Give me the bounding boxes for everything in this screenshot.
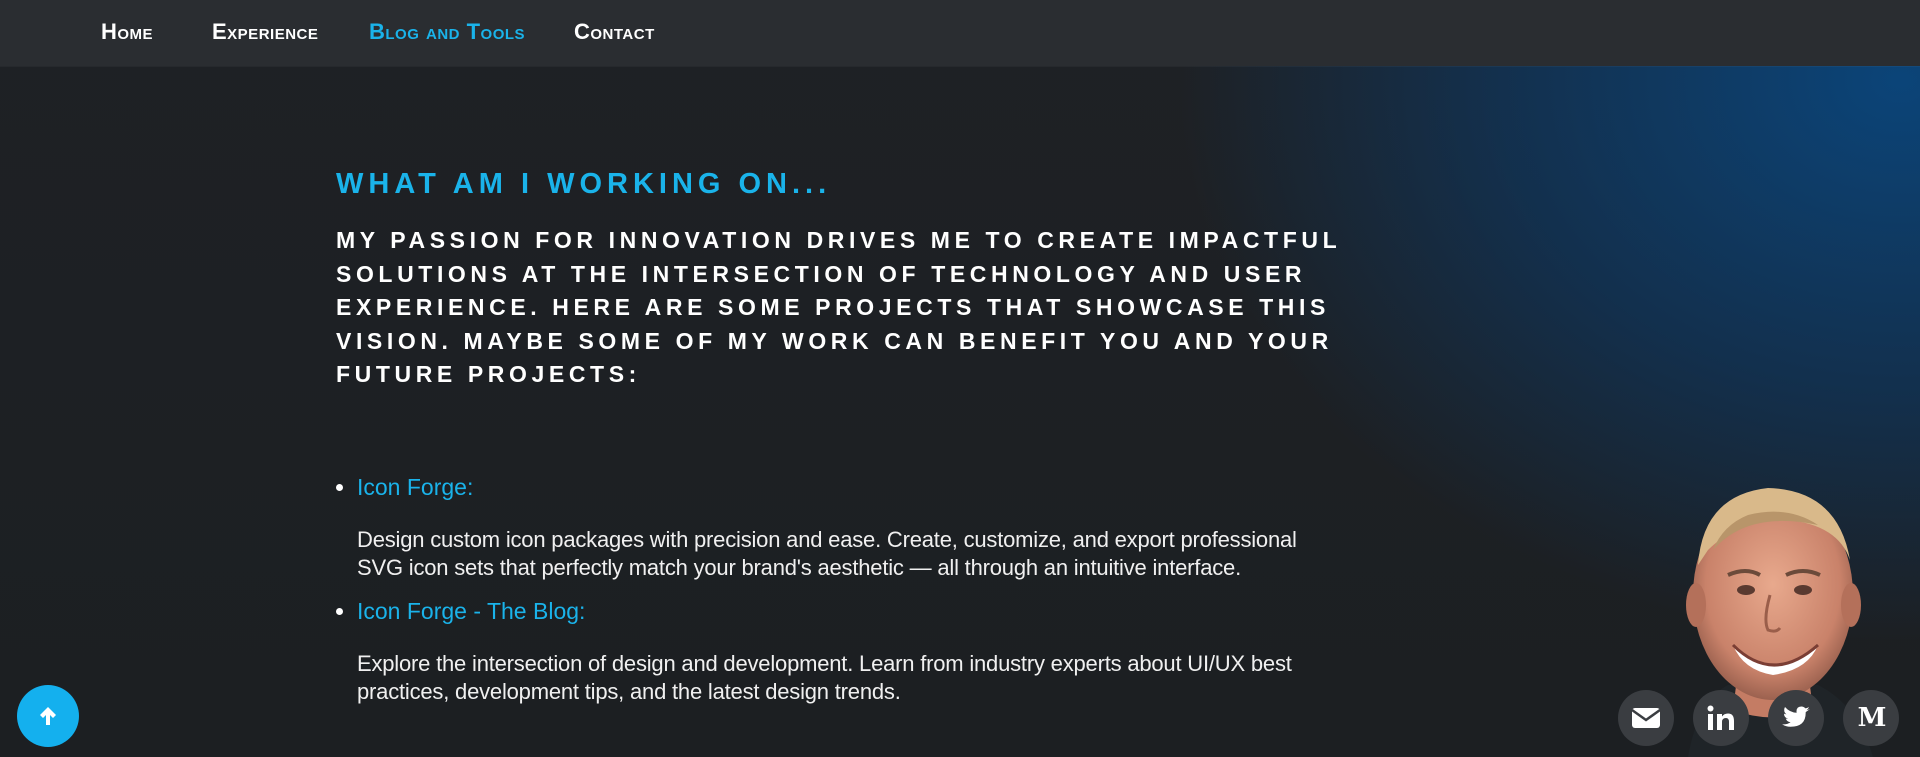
nav-contact[interactable]: Contact (574, 19, 655, 45)
project-item-icon-forge: Icon Forge: Design custom icon packages … (336, 470, 1356, 582)
nav-blog-and-tools[interactable]: Blog and Tools (369, 19, 525, 45)
medium-icon: M (1857, 703, 1887, 733)
project-list: Icon Forge: Design custom icon packages … (336, 470, 1356, 706)
email-link[interactable] (1618, 690, 1674, 746)
project-description: Explore the intersection of design and d… (357, 651, 1292, 704)
twitter-icon (1782, 706, 1810, 727)
navbar: Home Experience Blog and Tools Contact (0, 0, 1920, 66)
envelope-icon (1631, 708, 1661, 728)
project-link-icon-forge[interactable]: Icon Forge: (357, 470, 473, 504)
arrow-up-icon (40, 707, 56, 725)
project-link-icon-forge-blog[interactable]: Icon Forge - The Blog: (357, 594, 585, 628)
linkedin-link[interactable] (1693, 690, 1749, 746)
twitter-link[interactable] (1768, 690, 1824, 746)
nav-home[interactable]: Home (101, 19, 153, 45)
scroll-to-top-button[interactable] (17, 685, 79, 747)
intro-text: My passion for innovation drives me to c… (336, 227, 1341, 387)
medium-link[interactable]: M (1843, 690, 1899, 746)
linkedin-icon (1707, 705, 1734, 730)
project-description: Design custom icon packages with precisi… (357, 527, 1297, 580)
section-title: WHAT AM I WORKING ON... (336, 168, 832, 200)
nav-experience[interactable]: Experience (212, 19, 318, 45)
project-item-icon-forge-blog: Icon Forge - The Blog: Explore the inter… (336, 594, 1356, 706)
